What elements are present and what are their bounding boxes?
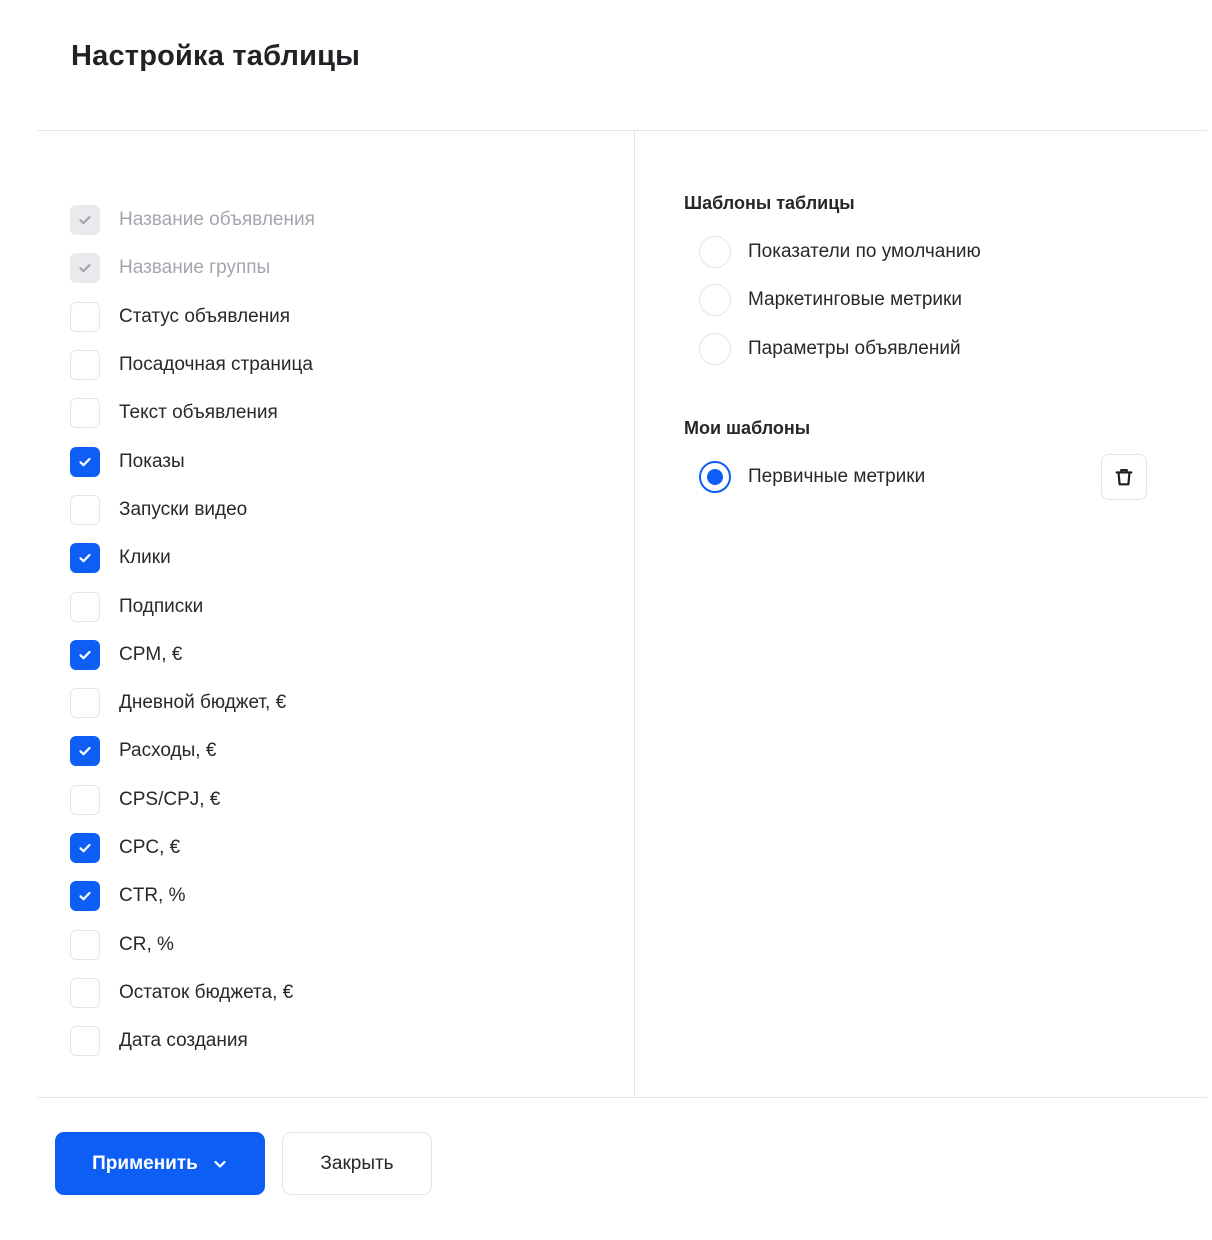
column-checkbox-row[interactable]: Подписки xyxy=(70,582,315,630)
checkbox xyxy=(70,253,100,284)
radio-label: Показатели по умолчанию xyxy=(748,241,981,262)
column-checkbox-row[interactable]: CTR, % xyxy=(70,872,315,920)
column-checkbox-row[interactable]: CR, % xyxy=(70,920,315,968)
column-checkbox-row[interactable]: CPC, € xyxy=(70,824,315,872)
checkbox-label: CPC, € xyxy=(119,837,181,858)
checkbox[interactable] xyxy=(70,591,100,622)
checkbox-label: CR, % xyxy=(119,933,174,955)
table-settings-dialog: Настройка таблицы Название объявления Наз… xyxy=(0,0,1212,1240)
checkmark-icon xyxy=(79,650,91,660)
radio-button[interactable] xyxy=(699,236,731,268)
column-checkbox-row[interactable]: Запуски видео xyxy=(70,486,315,534)
checkbox-label: Клики xyxy=(119,547,171,569)
column-checkbox-row: Название группы xyxy=(70,244,315,292)
checkbox[interactable] xyxy=(70,929,100,960)
vertical-divider xyxy=(634,131,635,1097)
column-checkbox-row[interactable]: Показы xyxy=(70,437,315,485)
checkbox-label: Название объявления xyxy=(119,209,315,231)
checkbox[interactable] xyxy=(70,639,100,670)
radio-button[interactable] xyxy=(699,461,731,493)
checkbox-label: Расходы, € xyxy=(119,740,217,762)
column-checkbox-row: Название объявления xyxy=(70,196,315,244)
checkbox-label: Показы xyxy=(119,450,185,472)
checkbox-label: Текст объявления xyxy=(119,402,278,424)
checkbox-label: Название группы xyxy=(119,257,271,279)
checkbox-label: Дневной бюджет, € xyxy=(119,692,287,714)
column-checkbox-row[interactable]: Остаток бюджета, € xyxy=(70,969,315,1017)
column-checkbox-row[interactable]: Текст объявления xyxy=(70,389,315,437)
column-checkbox-row[interactable]: Посадочная страница xyxy=(70,341,315,389)
templates-section-title: Шаблоны таблицы xyxy=(684,193,855,213)
template-radio-ad-params[interactable]: Параметры объявлений xyxy=(699,332,961,366)
checkbox[interactable] xyxy=(70,784,100,815)
column-checkbox-row[interactable]: Дата создания xyxy=(70,1017,315,1065)
top-divider xyxy=(37,130,1207,131)
checkmark-icon xyxy=(79,892,91,901)
checkmark-icon xyxy=(79,843,91,853)
template-radio-marketing[interactable]: Маркетинговые метрики xyxy=(699,283,962,317)
chevron-down-icon[interactable] xyxy=(212,1156,228,1172)
close-button-label: Закрыть xyxy=(320,1152,394,1174)
radio-button[interactable] xyxy=(699,284,731,316)
checkbox[interactable] xyxy=(70,977,100,1008)
checkbox-label: Посадочная страница xyxy=(119,354,313,376)
checkbox[interactable] xyxy=(70,543,100,574)
dialog-title: Настройка таблицы xyxy=(71,40,361,72)
checkmark-icon xyxy=(79,264,91,273)
checkbox[interactable] xyxy=(70,736,100,767)
checkbox[interactable] xyxy=(70,350,100,381)
apply-button[interactable]: Применить xyxy=(55,1132,265,1195)
checkbox-label: CPM, € xyxy=(119,643,183,665)
checkbox-label: Статус объявления xyxy=(119,305,291,327)
radio-label: Параметры объявлений xyxy=(748,338,961,359)
checkbox[interactable] xyxy=(70,1026,100,1057)
checkbox[interactable] xyxy=(70,833,100,863)
checkbox xyxy=(70,205,100,236)
checkmark-icon xyxy=(79,216,91,225)
checkbox[interactable] xyxy=(70,688,100,719)
column-checkbox-row[interactable]: CPM, € xyxy=(70,631,315,679)
bottom-divider xyxy=(37,1097,1207,1098)
my-template-radio-primary[interactable]: Первичные метрики xyxy=(699,460,925,494)
checkmark-icon xyxy=(79,747,91,756)
checkbox-label: Дата создания xyxy=(119,1030,248,1052)
apply-button-label: Применить xyxy=(92,1152,198,1174)
column-checkbox-row[interactable]: CPS/CPJ, € xyxy=(70,776,315,824)
column-checkbox-row[interactable]: Статус объявления xyxy=(70,293,315,341)
checkmark-icon xyxy=(79,457,91,466)
column-checkbox-row[interactable]: Клики xyxy=(70,534,315,582)
delete-template-button[interactable] xyxy=(1101,454,1147,500)
column-checkbox-row[interactable]: Расходы, € xyxy=(70,727,315,775)
column-checkbox-row[interactable]: Дневной бюджет, € xyxy=(70,679,315,727)
radio-button[interactable] xyxy=(699,333,731,365)
checkbox-label: Подписки xyxy=(119,595,204,617)
checkbox-label: CTR, % xyxy=(119,885,186,907)
radio-label: Маркетинговые метрики xyxy=(748,289,962,310)
close-button[interactable]: Закрыть xyxy=(282,1132,432,1195)
checkbox[interactable] xyxy=(70,881,100,912)
radio-label: Первичные метрики xyxy=(748,466,926,487)
checkbox[interactable] xyxy=(70,446,100,477)
checkbox[interactable] xyxy=(70,494,100,525)
checkmark-icon xyxy=(79,554,91,563)
checkbox-label: Запуски видео xyxy=(119,498,248,520)
checkbox[interactable] xyxy=(70,301,100,332)
checkbox[interactable] xyxy=(70,398,100,429)
my-templates-section-title: Мои шаблоны xyxy=(684,418,811,438)
trash-icon xyxy=(1115,469,1133,486)
checkbox-label: Остаток бюджета, € xyxy=(119,981,294,1003)
template-radio-default[interactable]: Показатели по умолчанию xyxy=(699,235,981,269)
checkbox-label: CPS/CPJ, € xyxy=(119,788,221,810)
columns-checkbox-list: Название объявления Название группы Статус… xyxy=(70,196,315,1065)
